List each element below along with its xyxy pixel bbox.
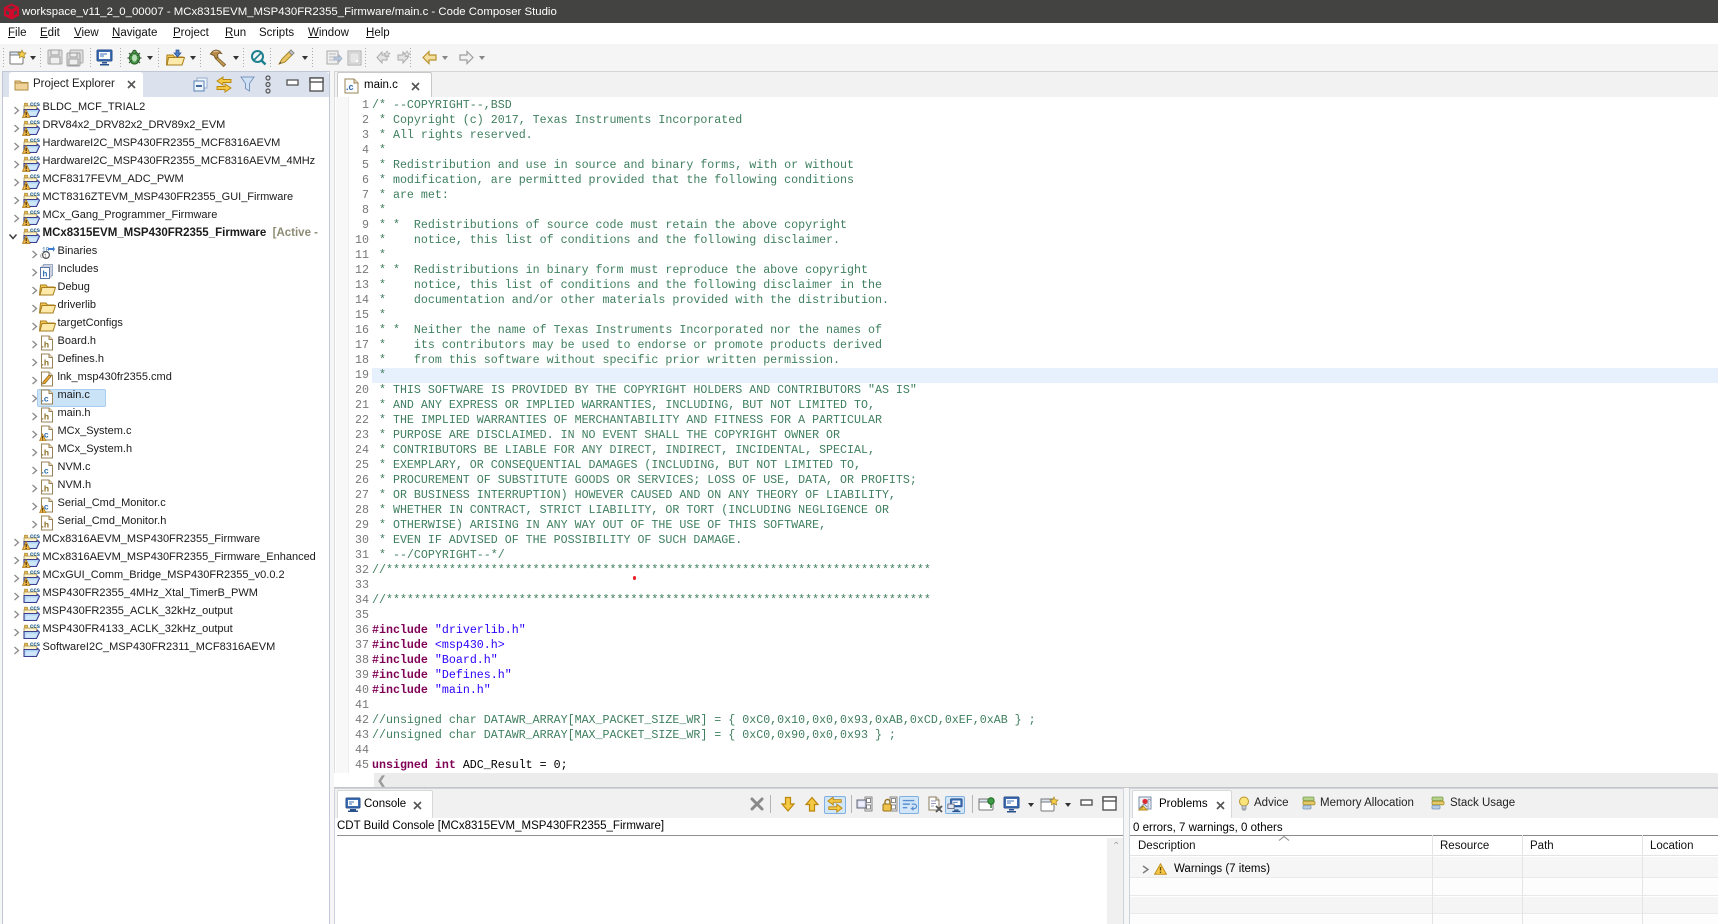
svg-text:.h: .h [42,340,50,350]
svg-text:.c: .c [346,82,354,92]
svg-text:.h: .h [42,484,50,494]
svg-text:.h: .h [42,412,50,422]
svg-text:.h: .h [42,358,50,368]
svg-text:.c: .c [42,466,49,476]
svg-text:ccs: ccs [30,192,41,198]
svg-text:ccs: ccs [30,174,41,180]
svg-text:.h: .h [42,448,50,458]
svg-text:ccs: ccs [30,138,41,144]
svg-text:.c: .c [42,394,49,404]
svg-text:ccs: ccs [30,228,41,234]
svg-text:ccs: ccs [30,570,41,576]
svg-text:ccs: ccs [30,588,41,594]
svg-text:ccs: ccs [30,642,41,648]
svg-text:ccs: ccs [30,156,41,162]
svg-text:ccs: ccs [30,624,41,630]
svg-text:ccs: ccs [30,534,41,540]
svg-text:.h: .h [42,520,50,530]
svg-text:ccs: ccs [30,120,41,126]
svg-text:h: h [43,270,48,279]
svg-text:ccs: ccs [30,552,41,558]
svg-text:ccs: ccs [30,210,41,216]
svg-text:ccs: ccs [30,102,41,108]
svg-text:ccs: ccs [30,606,41,612]
